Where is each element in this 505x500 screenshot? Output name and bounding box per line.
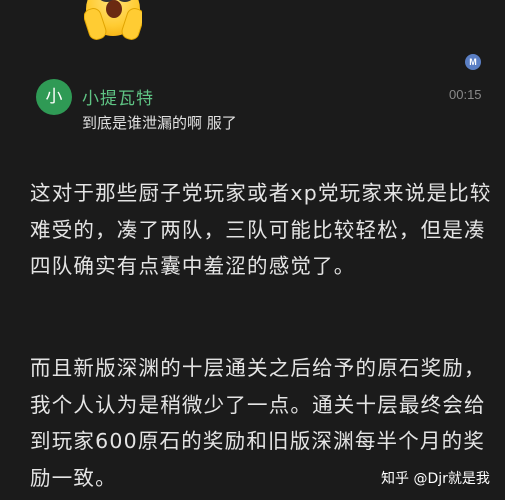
screaming-face-emoji-icon xyxy=(84,0,142,42)
watermark: 知乎 @Djr就是我 xyxy=(377,466,494,490)
m-badge-icon: M xyxy=(465,54,481,70)
avatar[interactable]: 小 xyxy=(36,79,72,115)
reply-username[interactable]: 小提瓦特 xyxy=(82,84,154,109)
reply-message: 到底是谁泄漏的啊 服了 xyxy=(82,114,237,132)
reply-timestamp: 00:15 xyxy=(449,87,482,102)
article-paragraph-1: 这对于那些厨子党玩家或者xp党玩家来说是比较难受的，凑了两队，三队可能比较轻松，… xyxy=(30,181,492,278)
emoji-mouth xyxy=(106,0,122,18)
